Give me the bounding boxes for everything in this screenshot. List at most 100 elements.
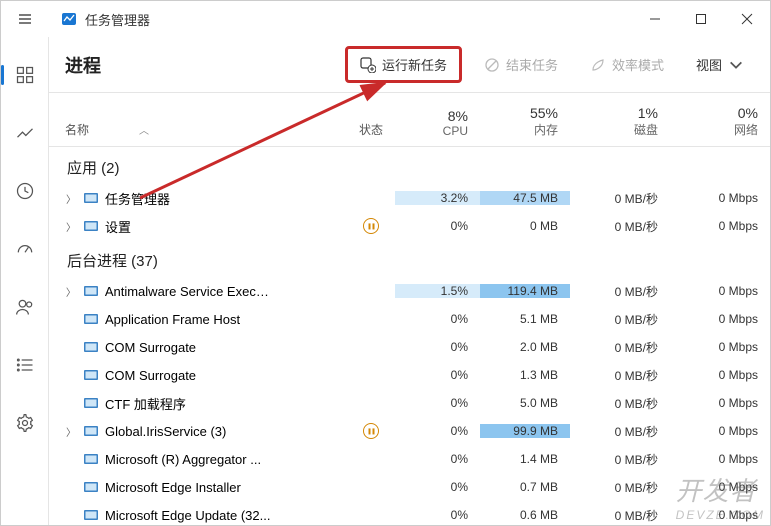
col-disk[interactable]: 1%磁盘: [570, 105, 670, 138]
sidebar-history[interactable]: [7, 173, 43, 209]
disk-pct: 1%: [638, 105, 658, 121]
cpu-cell: 1.5%: [395, 284, 480, 298]
table-row[interactable]: 〉 设置 0% 0 MB 0 MB/秒 0 Mbps: [49, 212, 770, 240]
group-apps: 应用 (2): [49, 147, 770, 184]
table-row[interactable]: 〉 Antimalware Service Execut... 1.5% 119…: [49, 277, 770, 305]
process-name: Global.IrisService (3): [105, 424, 226, 439]
toolbar: 进程 运行新任务 结束任务 效率模式 视图: [49, 37, 770, 93]
sidebar-performance[interactable]: [7, 115, 43, 151]
expand-icon[interactable]: 〉: [65, 424, 77, 439]
app-icon: [61, 11, 77, 27]
view-dropdown[interactable]: 视图: [686, 49, 754, 80]
process-name: COM Surrogate: [105, 340, 196, 355]
end-task-label: 结束任务: [506, 55, 558, 74]
process-name: Microsoft Edge Update (32...: [105, 508, 270, 523]
mem-cell: 1.4 MB: [480, 452, 570, 466]
menu-button[interactable]: [9, 3, 41, 35]
run-new-task-button[interactable]: 运行新任务: [345, 46, 462, 83]
process-list[interactable]: 应用 (2) 〉 任务管理器 3.2% 47.5 MB 0 MB/秒 0 Mbp…: [49, 147, 770, 525]
sidebar-users[interactable]: [7, 289, 43, 325]
table-row[interactable]: 〉 Microsoft Edge Installer 0% 0.7 MB 0 M…: [49, 473, 770, 501]
mem-cell: 0.6 MB: [480, 508, 570, 522]
net-cell: 0 Mbps: [670, 368, 770, 382]
net-cell: 0 Mbps: [670, 396, 770, 410]
cpu-cell: 0%: [395, 219, 480, 233]
col-mem[interactable]: 55%内存: [480, 105, 570, 138]
mem-label: 内存: [534, 121, 558, 138]
table-row[interactable]: 〉 COM Surrogate 0% 2.0 MB 0 MB/秒 0 Mbps: [49, 333, 770, 361]
net-cell: 0 Mbps: [670, 452, 770, 466]
gear-icon: [15, 413, 35, 433]
mem-cell: 2.0 MB: [480, 340, 570, 354]
disk-cell: 0 MB/秒: [570, 367, 670, 384]
minimize-icon: [649, 13, 661, 25]
process-icon: [83, 451, 99, 467]
leaf-icon: [590, 57, 606, 73]
maximize-button[interactable]: [678, 1, 724, 37]
disk-cell: 0 MB/秒: [570, 451, 670, 468]
table-row[interactable]: 〉 COM Surrogate 0% 1.3 MB 0 MB/秒 0 Mbps: [49, 361, 770, 389]
expand-icon[interactable]: 〉: [65, 191, 77, 206]
table-row[interactable]: 〉 CTF 加载程序 0% 5.0 MB 0 MB/秒 0 Mbps: [49, 389, 770, 417]
process-name: Antimalware Service Execut...: [105, 284, 275, 299]
net-pct: 0%: [738, 105, 758, 121]
mem-cell: 47.5 MB: [480, 191, 570, 205]
cpu-cell: 0%: [395, 396, 480, 410]
table-row[interactable]: 〉 Microsoft Edge Update (32... 0% 0.6 MB…: [49, 501, 770, 525]
efficiency-mode-button[interactable]: 效率模式: [580, 49, 674, 80]
process-icon: [83, 507, 99, 523]
minimize-button[interactable]: [632, 1, 678, 37]
cpu-cell: 0%: [395, 452, 480, 466]
process-icon: [83, 339, 99, 355]
group-bg: 后台进程 (37): [49, 240, 770, 277]
table-row[interactable]: 〉 Application Frame Host 0% 5.1 MB 0 MB/…: [49, 305, 770, 333]
process-icon: [83, 395, 99, 411]
disk-label: 磁盘: [634, 121, 658, 138]
efficiency-label: 效率模式: [612, 55, 664, 74]
list-icon: [15, 355, 35, 375]
end-task-button[interactable]: 结束任务: [474, 49, 568, 80]
cpu-cell: 3.2%: [395, 191, 480, 205]
net-label: 网络: [734, 121, 758, 138]
sidebar-processes[interactable]: [7, 57, 43, 93]
table-row[interactable]: 〉 Microsoft (R) Aggregator ... 0% 1.4 MB…: [49, 445, 770, 473]
watermark-main: 开发者: [676, 476, 757, 506]
process-name: 任务管理器: [105, 189, 170, 208]
process-icon: [83, 311, 99, 327]
close-button[interactable]: [724, 1, 770, 37]
sidebar-details[interactable]: [7, 347, 43, 383]
expand-icon[interactable]: 〉: [65, 219, 77, 234]
net-cell: 0 Mbps: [670, 424, 770, 438]
run-new-task-label: 运行新任务: [382, 55, 447, 74]
task-manager-window: 任务管理器 进程 运行新任务: [0, 0, 771, 526]
process-name: COM Surrogate: [105, 368, 196, 383]
table-row[interactable]: 〉 Global.IrisService (3) 0% 99.9 MB 0 MB…: [49, 417, 770, 445]
watermark: 开发者 DEVZE.COM: [676, 471, 765, 522]
hamburger-icon: [17, 11, 33, 27]
column-headers: 名称 ︿ 状态 8%CPU 55%内存 1%磁盘 0%网络: [49, 93, 770, 147]
net-cell: 0 Mbps: [670, 284, 770, 298]
col-name[interactable]: 名称: [65, 121, 89, 138]
sidebar-services[interactable]: [7, 405, 43, 441]
col-cpu[interactable]: 8%CPU: [395, 108, 480, 138]
sidebar-startup[interactable]: [7, 231, 43, 267]
gauge-icon: [15, 239, 35, 259]
mem-cell: 0.7 MB: [480, 480, 570, 494]
disk-cell: 0 MB/秒: [570, 311, 670, 328]
expand-icon[interactable]: 〉: [65, 284, 77, 299]
history-icon: [15, 181, 35, 201]
status-cell: [275, 218, 395, 234]
status-cell: [275, 423, 395, 439]
table-row[interactable]: 〉 任务管理器 3.2% 47.5 MB 0 MB/秒 0 Mbps: [49, 184, 770, 212]
disk-cell: 0 MB/秒: [570, 190, 670, 207]
disk-cell: 0 MB/秒: [570, 507, 670, 524]
col-status[interactable]: 状态: [359, 121, 383, 138]
process-icon: [83, 283, 99, 299]
cpu-cell: 0%: [395, 340, 480, 354]
disk-cell: 0 MB/秒: [570, 423, 670, 440]
cpu-cell: 0%: [395, 424, 480, 438]
plus-square-icon: [360, 57, 376, 73]
prohibit-icon: [484, 57, 500, 73]
col-net[interactable]: 0%网络: [670, 105, 770, 138]
view-label: 视图: [696, 55, 722, 74]
